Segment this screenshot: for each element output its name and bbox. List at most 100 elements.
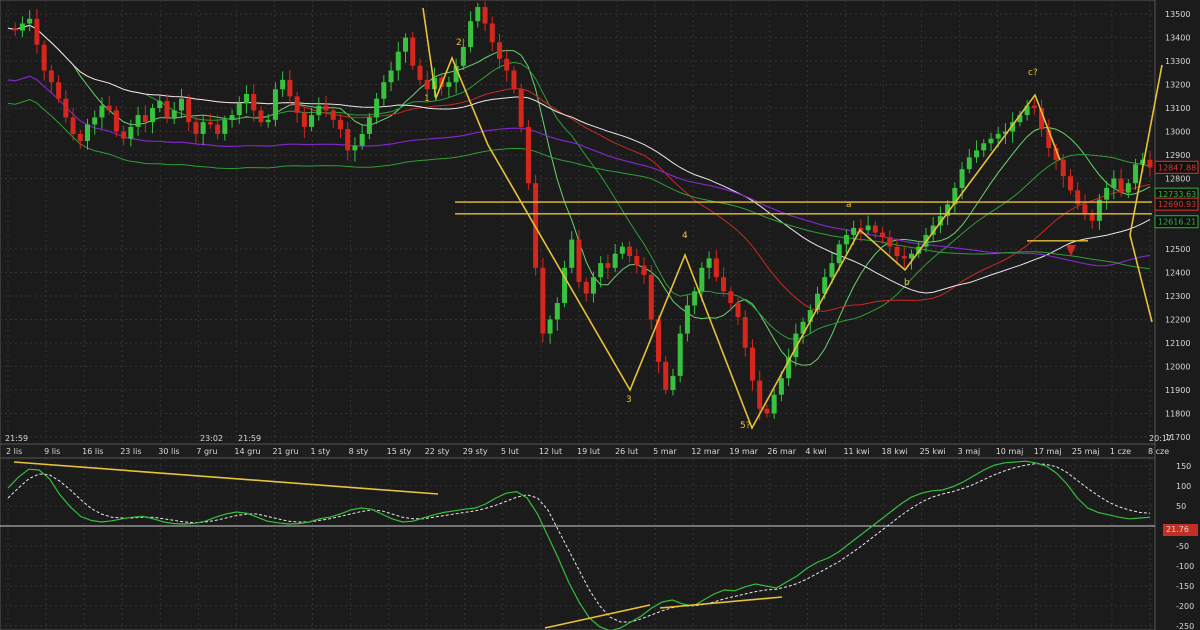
candle-body [150, 108, 156, 123]
candle-body [424, 79, 430, 90]
candle-body [699, 267, 705, 292]
date-tick-label: 26 mar [767, 447, 796, 456]
candle-body [410, 37, 416, 66]
candle-body [843, 234, 849, 245]
date-tick-label: 10 maj [996, 447, 1024, 456]
date-tick-label: 4 kwi [805, 447, 826, 456]
osc-tick-label: -100 [1176, 562, 1194, 571]
candle-body [178, 98, 184, 111]
candle-body [1082, 204, 1088, 214]
candle-body [778, 378, 784, 395]
price-tick-label: 12800 [1165, 175, 1190, 184]
candle-body [887, 237, 893, 247]
candle-body [222, 119, 228, 134]
candle-body [244, 93, 250, 104]
candle-body [692, 291, 698, 306]
candle-body [829, 263, 835, 278]
date-tick-label: 18 kwi [882, 447, 908, 456]
date-tick-label: 8 cze [1148, 447, 1169, 456]
candle-body [337, 119, 343, 130]
date-tick-label: 23 lis [120, 447, 141, 456]
candle-body [540, 267, 546, 334]
candle-body [865, 225, 871, 231]
candle-body [417, 65, 423, 80]
timestamp-label: 21:59 [5, 434, 28, 443]
candle-body [113, 110, 119, 132]
candle-body [706, 258, 712, 268]
price-tick-label: 12000 [1165, 362, 1190, 371]
candle-body [301, 112, 307, 127]
candle-body [251, 93, 257, 111]
candle-body [634, 256, 640, 266]
candle-body [374, 98, 380, 118]
date-tick-label: 19 mar [729, 447, 758, 456]
candle-body [851, 227, 857, 235]
timestamp-label: 23:02 [200, 434, 223, 443]
wave-label-1: 1 [424, 94, 430, 104]
candle-body [1133, 164, 1139, 184]
candle-body [735, 303, 741, 318]
candle-body [663, 361, 669, 390]
trading-chart[interactable]: 1350013400133001320013100130001290012800… [0, 0, 1200, 630]
price-tick-label: 12100 [1165, 339, 1190, 348]
candle-body [684, 305, 690, 334]
candle-body [547, 319, 553, 334]
candle-body [872, 225, 878, 233]
timestamp-label: 21:59 [238, 434, 261, 443]
candle-body [1096, 199, 1102, 221]
wave-label-4: 4 [682, 231, 688, 241]
date-tick-label: 19 lut [577, 447, 600, 456]
date-tick-label: 29 sty [463, 447, 488, 456]
date-tick-label: 1 cze [1110, 447, 1131, 456]
candle-body [764, 408, 770, 414]
candle-body [482, 7, 488, 24]
candle-body [236, 103, 242, 116]
candle-body [215, 124, 221, 134]
candle-body [713, 258, 719, 278]
price-tick-label: 13200 [1165, 81, 1190, 90]
candle-body [1067, 176, 1073, 191]
date-tick-label: 21 gru [272, 447, 298, 456]
candle-body [19, 23, 25, 31]
candle-body [48, 70, 54, 83]
date-tick-label: 1 sty [311, 447, 331, 456]
candle-body [135, 115, 141, 127]
date-tick-label: 25 kwi [920, 447, 946, 456]
candle-body [280, 79, 286, 90]
candle-body [627, 246, 633, 257]
date-tick-label: 5 lut [501, 447, 519, 456]
candle-body [894, 246, 900, 257]
date-tick-label: 2 lis [6, 447, 22, 456]
candle-body [511, 70, 517, 90]
price-label-text: 12690.93 [1158, 200, 1196, 209]
candle-body [345, 129, 351, 151]
wave-label-5: 5? [740, 421, 751, 431]
candle-body [525, 126, 531, 184]
price-tick-label: 13100 [1165, 104, 1190, 113]
candle-body [403, 37, 409, 52]
candle-body [164, 101, 170, 118]
date-tick-label: 7 gru [196, 447, 217, 456]
candle-body [92, 117, 98, 125]
candle-body [63, 98, 69, 118]
candle-body [207, 122, 213, 125]
candle-body [287, 79, 293, 97]
candle-body [99, 105, 105, 118]
date-tick-label: 8 sty [349, 447, 369, 456]
date-tick-label: 30 lis [158, 447, 179, 456]
candle-body [1031, 105, 1037, 109]
candle-body [186, 98, 192, 123]
candle-body [901, 256, 907, 259]
candle-body [309, 115, 315, 127]
candle-body [995, 133, 1001, 139]
candle-body [721, 277, 727, 292]
date-tick-label: 14 gru [234, 447, 260, 456]
price-tick-label: 11900 [1165, 386, 1190, 395]
candle-body [1104, 187, 1110, 200]
candle-body [395, 51, 401, 71]
candle-body [981, 143, 987, 151]
candle-body [880, 232, 886, 238]
candle-body [757, 380, 763, 409]
price-tick-label: 12900 [1165, 151, 1190, 160]
candle-body [352, 145, 358, 151]
